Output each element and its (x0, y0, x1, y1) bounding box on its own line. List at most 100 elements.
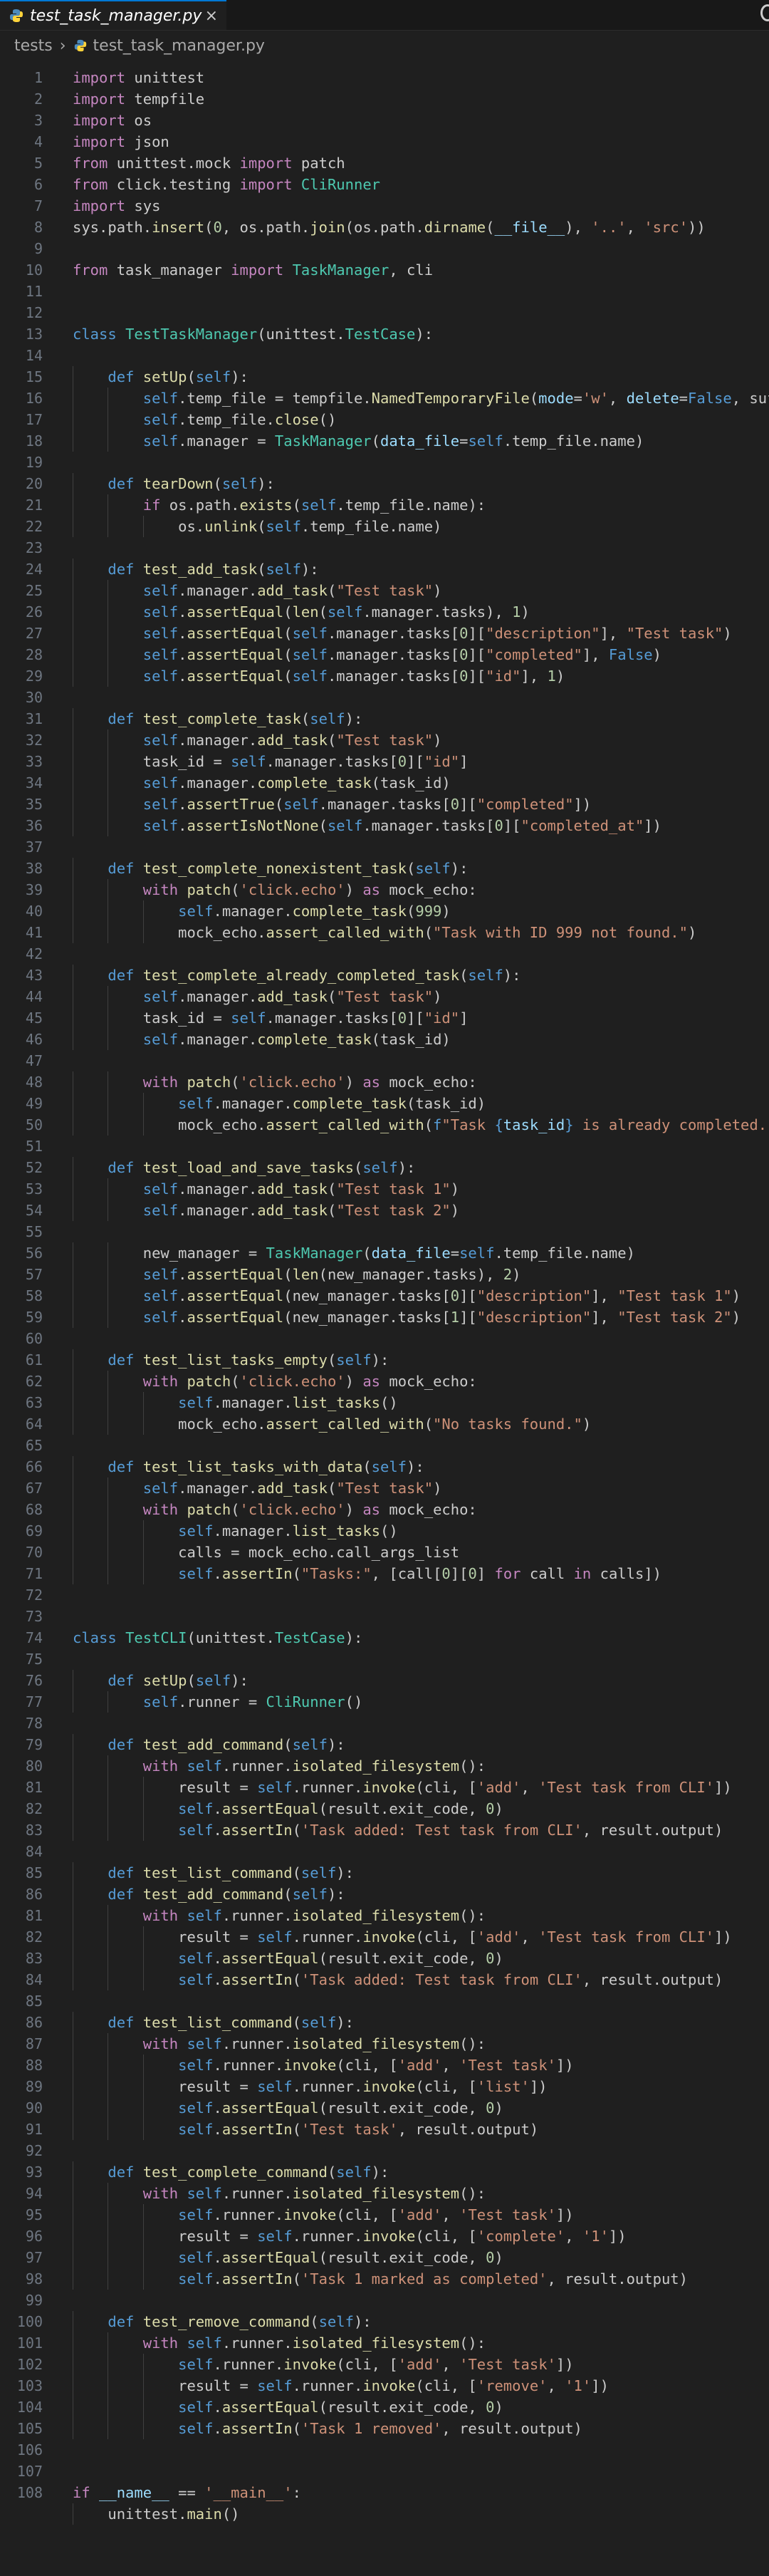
code-text[interactable]: unittest.main() (73, 2503, 239, 2525)
code-text[interactable]: self.temp_file = tempfile.NamedTemporary… (73, 388, 769, 409)
close-icon[interactable]: × (205, 7, 218, 25)
code-line[interactable]: 85 def test_list_command(self): (0, 1862, 769, 1884)
code-line[interactable]: 70 calls = mock_echo.call_args_list (0, 1542, 769, 1563)
code-text[interactable]: self.temp_file.close() (73, 409, 337, 430)
code-line[interactable]: 88 self.runner.invoke(cli, ['add', 'Test… (0, 2055, 769, 2076)
code-text[interactable]: self.manager.add_task("Test task") (73, 580, 442, 601)
code-line[interactable]: 12 (0, 302, 769, 323)
code-text[interactable]: with self.runner.isolated_filesystem(): (73, 1755, 486, 1777)
code-text[interactable]: self.assertIsNotNone(self.manager.tasks[… (73, 815, 661, 836)
code-line[interactable]: 91 self.assertIn('Test task', result.out… (0, 2119, 769, 2140)
code-line[interactable]: 64 mock_echo.assert_called_with("No task… (0, 1413, 769, 1435)
code-text[interactable]: with self.runner.isolated_filesystem(): (73, 2033, 486, 2055)
code-text[interactable]: self.manager.add_task("Test task") (73, 986, 442, 1007)
code-line[interactable]: 37 (0, 836, 769, 858)
code-line[interactable]: 25 self.manager.add_task("Test task") (0, 580, 769, 601)
code-line[interactable]: 58 self.assertEqual(new_manager.tasks[0]… (0, 1285, 769, 1307)
code-text[interactable]: self.manager.complete_task(999) (73, 900, 451, 922)
code-text[interactable]: self.assertIn('Task 1 marked as complete… (73, 2268, 688, 2290)
code-line[interactable]: 92 (0, 2140, 769, 2161)
code-line[interactable]: 43 def test_complete_already_completed_t… (0, 965, 769, 986)
code-line[interactable]: 27 self.assertEqual(self.manager.tasks[0… (0, 623, 769, 644)
code-line[interactable]: 62 with patch('click.echo') as mock_echo… (0, 1371, 769, 1392)
code-line[interactable]: 105 self.assertIn('Task 1 removed', resu… (0, 2418, 769, 2439)
code-text[interactable]: class TestTaskManager(unittest.TestCase)… (73, 323, 433, 345)
code-text[interactable]: self.assertEqual(new_manager.tasks[1]["d… (73, 1307, 741, 1328)
code-line[interactable]: 56 new_manager = TaskManager(data_file=s… (0, 1242, 769, 1264)
code-line[interactable]: 29 self.assertEqual(self.manager.tasks[0… (0, 665, 769, 687)
code-text[interactable]: self.assertEqual(result.exit_code, 0) (73, 1948, 503, 1969)
code-line[interactable]: 78 (0, 1713, 769, 1734)
code-text[interactable]: self.assertEqual(self.manager.tasks[0]["… (73, 665, 565, 687)
code-text[interactable]: self.assertEqual(self.manager.tasks[0]["… (73, 623, 732, 644)
code-line[interactable]: 81 result = self.runner.invoke(cli, ['ad… (0, 1777, 769, 1798)
code-text[interactable]: self.manager.complete_task(task_id) (73, 772, 451, 794)
code-text[interactable]: def test_load_and_save_tasks(self): (73, 1157, 415, 1178)
code-text[interactable]: self.manager.add_task("Test task") (73, 1477, 442, 1499)
code-text[interactable]: def test_list_command(self): (73, 2012, 354, 2033)
code-line[interactable]: 68 with patch('click.echo') as mock_echo… (0, 1499, 769, 1520)
code-text[interactable]: def test_list_command(self): (73, 1862, 354, 1884)
code-line[interactable]: 3 import os (0, 110, 769, 131)
code-line[interactable]: 33 task_id = self.manager.tasks[0]["id"] (0, 751, 769, 772)
code-line[interactable]: 45 task_id = self.manager.tasks[0]["id"] (0, 1007, 769, 1029)
code-line[interactable]: 41 mock_echo.assert_called_with("Task wi… (0, 922, 769, 943)
code-line[interactable]: 57 self.assertEqual(len(new_manager.task… (0, 1264, 769, 1285)
code-text[interactable]: self.manager.list_tasks() (73, 1392, 398, 1413)
code-line[interactable]: 34 self.manager.complete_task(task_id) (0, 772, 769, 794)
code-text[interactable]: with patch('click.echo') as mock_echo: (73, 879, 477, 900)
code-text[interactable]: self.manager.add_task("Test task") (73, 729, 442, 751)
code-line[interactable]: 84 (0, 1841, 769, 1862)
code-line[interactable]: 28 self.assertEqual(self.manager.tasks[0… (0, 644, 769, 665)
code-text[interactable]: self.assertEqual(result.exit_code, 0) (73, 1798, 503, 1819)
code-text[interactable]: import sys (73, 195, 160, 217)
code-text[interactable]: import os (73, 110, 152, 131)
code-text[interactable]: self.manager.complete_task(task_id) (73, 1029, 451, 1050)
code-text[interactable]: self.manager = TaskManager(data_file=sel… (73, 430, 644, 452)
code-line[interactable]: 98 self.assertIn('Task 1 marked as compl… (0, 2268, 769, 2290)
code-text[interactable]: result = self.runner.invoke(cli, ['list'… (73, 2076, 547, 2097)
code-line[interactable]: 1 import unittest (0, 67, 769, 88)
code-text[interactable]: mock_echo.assert_called_with(f"Task {tas… (73, 1114, 769, 1136)
code-line[interactable]: 6 from click.testing import CliRunner (0, 174, 769, 195)
code-text[interactable]: self.runner.invoke(cli, ['add', 'Test ta… (73, 2204, 573, 2226)
code-line[interactable]: 8 sys.path.insert(0, os.path.join(os.path… (0, 217, 769, 238)
code-text[interactable]: self.assertTrue(self.manager.tasks[0]["c… (73, 794, 591, 815)
code-line[interactable]: 59 self.assertEqual(new_manager.tasks[1]… (0, 1307, 769, 1328)
code-line[interactable]: 19 (0, 452, 769, 473)
code-line[interactable]: 42 (0, 943, 769, 965)
code-text[interactable]: self.assertEqual(result.exit_code, 0) (73, 2097, 503, 2119)
code-line[interactable]: 44 self.manager.add_task("Test task") (0, 986, 769, 1007)
code-line[interactable]: 84 self.assertIn('Task added: Test task … (0, 1969, 769, 1990)
code-text[interactable]: self.assertEqual(result.exit_code, 0) (73, 2247, 503, 2268)
code-line[interactable]: 18 self.manager = TaskManager(data_file=… (0, 430, 769, 452)
code-text[interactable]: with patch('click.echo') as mock_echo: (73, 1499, 477, 1520)
code-line[interactable]: 46 self.manager.complete_task(task_id) (0, 1029, 769, 1050)
code-text[interactable]: self.assertEqual(result.exit_code, 0) (73, 2396, 503, 2418)
code-line[interactable]: 83 self.assertEqual(result.exit_code, 0) (0, 1948, 769, 1969)
code-line[interactable]: 39 with patch('click.echo') as mock_echo… (0, 879, 769, 900)
code-text[interactable]: task_id = self.manager.tasks[0]["id"] (73, 751, 469, 772)
code-line[interactable]: 77 self.runner = CliRunner() (0, 1691, 769, 1713)
code-line[interactable]: 73 (0, 1606, 769, 1627)
code-line[interactable]: 21 if os.path.exists(self.temp_file.name… (0, 494, 769, 516)
code-line[interactable]: 2 import tempfile (0, 88, 769, 110)
code-text[interactable]: result = self.runner.invoke(cli, ['remov… (73, 2375, 609, 2396)
code-text[interactable]: self.assertIn("Tasks:", [call[0][0] for … (73, 1563, 661, 1584)
code-text[interactable]: result = self.runner.invoke(cli, ['compl… (73, 2226, 627, 2247)
code-line[interactable]: 72 (0, 1584, 769, 1606)
code-text[interactable]: self.assertEqual(new_manager.tasks[0]["d… (73, 1285, 741, 1307)
code-line[interactable]: 82 result = self.runner.invoke(cli, ['ad… (0, 1926, 769, 1948)
code-text[interactable]: sys.path.insert(0, os.path.join(os.path.… (73, 217, 706, 238)
code-line[interactable]: 36 self.assertIsNotNone(self.manager.tas… (0, 815, 769, 836)
code-text[interactable]: def test_add_command(self): (73, 1734, 345, 1755)
code-line[interactable]: 103 result = self.runner.invoke(cli, ['r… (0, 2375, 769, 2396)
code-line[interactable]: 75 (0, 1648, 769, 1670)
code-text[interactable]: os.unlink(self.temp_file.name) (73, 516, 441, 537)
code-text[interactable]: self.manager.complete_task(task_id) (73, 1093, 486, 1114)
code-line[interactable]: 20 def tearDown(self): (0, 473, 769, 494)
code-text[interactable]: def test_list_tasks_empty(self): (73, 1349, 389, 1371)
code-line[interactable]: 53 self.manager.add_task("Test task 1") (0, 1178, 769, 1200)
code-line[interactable]: 31 def test_complete_task(self): (0, 708, 769, 729)
code-line[interactable]: 15 def setUp(self): (0, 366, 769, 388)
